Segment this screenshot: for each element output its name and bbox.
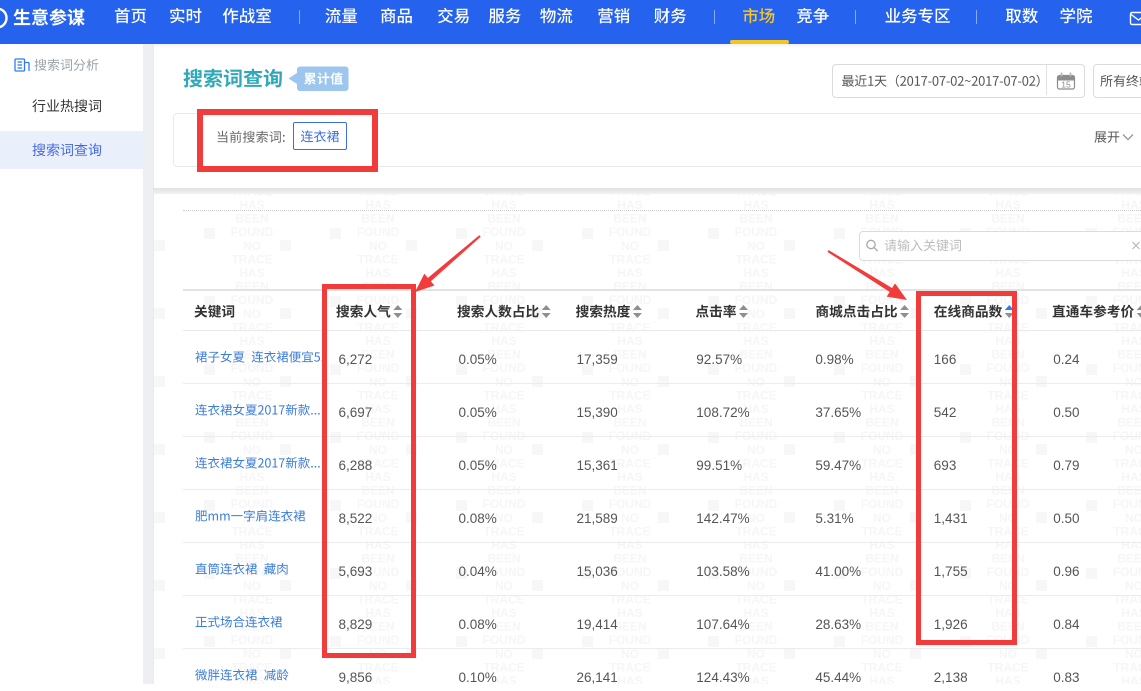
svg-text:15: 15	[1061, 80, 1071, 90]
